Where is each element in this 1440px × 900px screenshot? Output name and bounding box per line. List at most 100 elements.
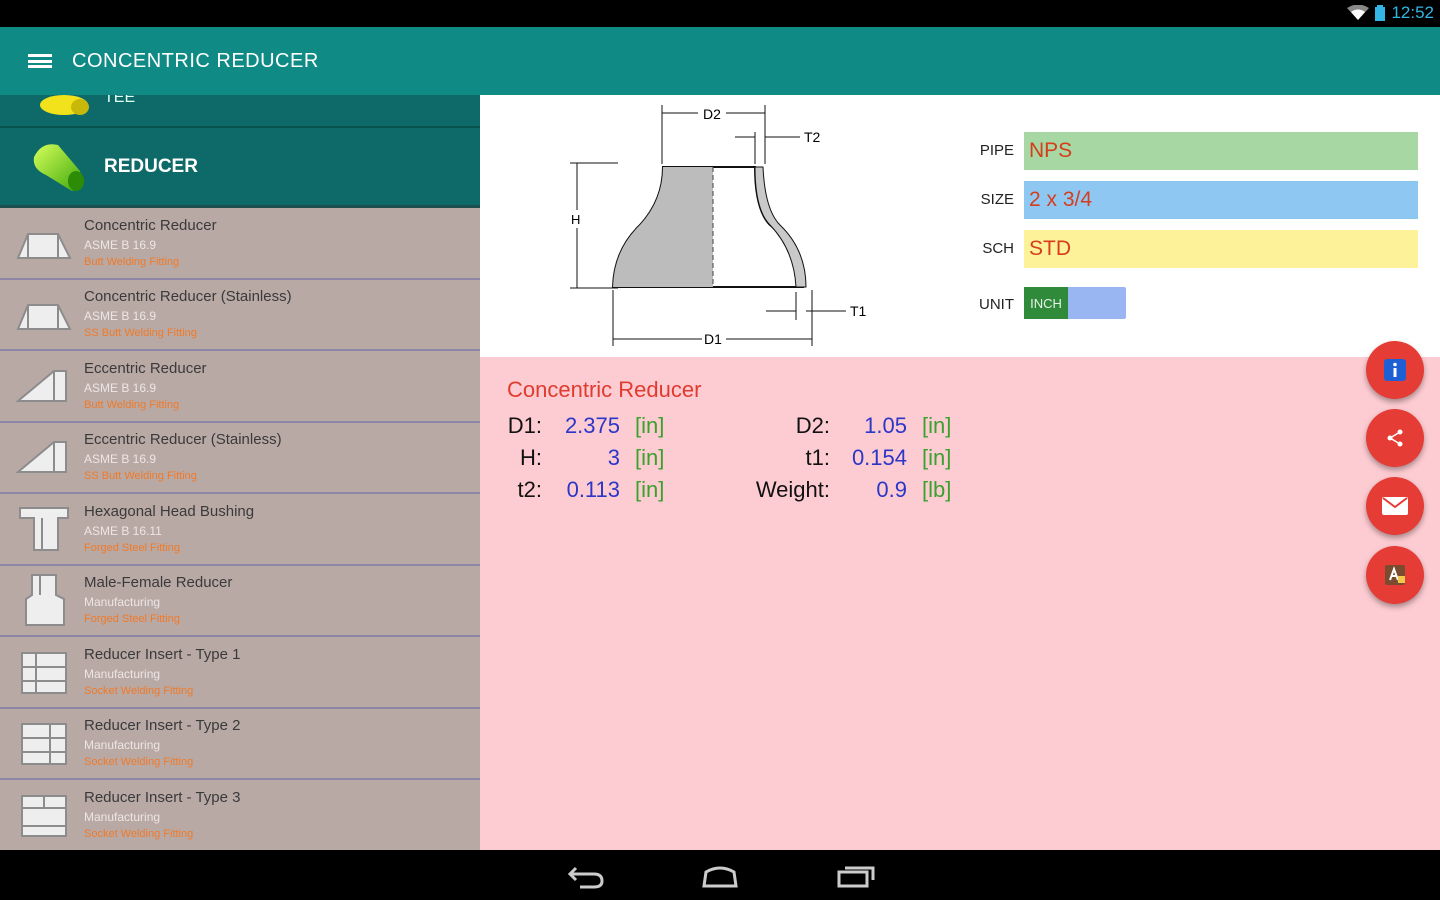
item-type: Butt Welding Fitting [84,255,180,268]
result-unit: [in] [922,413,952,438]
pipe-label: PIPE [979,142,1014,159]
item-standard: ASME B 16.9 [84,380,157,395]
result-value: 0.113 [566,477,620,502]
item-type: Socket Welding Fitting [84,684,194,697]
item-title: Male-Female Reducer [84,574,233,592]
result-unit: [in] [922,445,952,470]
concentric-reducer-stainless-icon [16,304,72,331]
unit-toggle-value: INCH [1024,287,1068,319]
h-label: H [571,212,580,227]
info-icon [1384,359,1406,381]
item-title: Reducer Insert - Type 2 [84,717,241,735]
item-standard: ASME B 16.9 [84,309,157,324]
item-type: Socket Welding Fitting [84,756,194,769]
hamburger-menu-icon[interactable] [28,51,52,71]
item-title: Eccentric Reducer [84,359,207,377]
item-standard: ASME B 16.9 [84,452,157,467]
sidebar-list-item[interactable]: Reducer Insert - Type 1 Manufacturing Sock… [0,637,480,709]
item-title: Reducer Insert - Type 1 [84,645,241,663]
item-standard: Manufacturing [84,666,161,681]
t1-label: T1 [850,303,867,319]
male-female-reducer-icon [25,574,65,627]
sch-field[interactable]: STD [1024,230,1418,268]
d1-label: D1 [704,331,722,347]
item-type: SS Butt Welding Fitting [84,470,197,483]
info-button[interactable] [1366,341,1424,399]
item-standard: Manufacturing [84,809,161,824]
result-panel: Concentric Reducer D1: 2.375 [in] H: 3 [… [480,357,1440,850]
result-value: 0.9 [876,477,907,502]
sch-label: SCH [982,240,1014,257]
pipe-field[interactable]: NPS [1024,132,1418,170]
result-label: D2: [795,413,830,438]
concentric-reducer-icon [16,232,72,259]
translate-button[interactable] [1366,546,1424,604]
sidebar-item-label: TEE [104,95,136,106]
t2-label: T2 [804,129,821,145]
sidebar-list[interactable]: TEE REDUCER Concentric Reducer ASME B 16.… [0,95,480,850]
result-label: D1: [507,413,542,438]
recents-icon[interactable] [836,862,876,890]
size-label: SIZE [980,191,1014,208]
result-value: 3 [607,445,620,470]
hex-bushing-icon [19,506,69,551]
back-icon[interactable] [566,862,606,890]
unit-label: UNIT [979,296,1014,313]
item-title: Concentric Reducer (Stainless) [84,288,292,306]
input-panel: D2 T2 H T1 D1 PIPE NPS SIZE 2 x 3/4 SCH … [480,95,1440,357]
result-label: t1: [805,445,830,470]
home-icon[interactable] [700,862,740,890]
item-standard: ASME B 16.9 [84,237,157,252]
unit-toggle[interactable]: INCH [1024,287,1126,319]
item-standard: Manufacturing [84,738,161,753]
reducer-3d-icon [33,143,84,191]
battery-icon [1375,5,1386,21]
result-label: Weight: [755,477,830,502]
result-value: 2.375 [564,413,620,438]
result-label: H: [520,445,542,470]
item-type: Forged Steel Fitting [84,541,180,554]
sidebar-list-item[interactable]: Concentric Reducer ASME B 16.9 Butt Weldin… [0,208,480,280]
sidebar-list-item[interactable]: Eccentric Reducer (Stainless) ASME B 16.9… [0,423,480,494]
item-type: Butt Welding Fitting [84,398,180,411]
result-unit: [in] [635,477,665,502]
eccentric-reducer-stainless-icon [15,441,67,474]
sidebar-list-item[interactable]: Reducer Insert - Type 3 Manufacturing Sock… [0,780,480,850]
sidebar-list-item[interactable]: Concentric Reducer (Stainless) ASME B 16.… [0,280,480,351]
share-button[interactable] [1366,409,1424,467]
result-unit: [lb] [922,477,952,502]
item-title: Eccentric Reducer (Stainless) [84,431,282,449]
result-value: 0.154 [851,445,907,470]
eccentric-reducer-icon [15,369,67,402]
item-title: Reducer Insert - Type 3 [84,788,241,806]
sidebar-list-item[interactable]: Eccentric Reducer ASME B 16.9 Butt Welding… [0,351,480,423]
reducer-insert-type2-icon [21,723,67,766]
sidebar-list-item[interactable]: Hexagonal Head Bushing ASME B 16.11 Forged… [0,494,480,566]
item-standard: ASME B 16.11 [84,523,162,538]
result-unit: [in] [635,445,665,470]
app-bar: CONCENTRIC REDUCER [0,27,1440,95]
wifi-icon [1347,5,1370,20]
sidebar-item-tee[interactable]: TEE [0,95,480,128]
share-icon [1387,429,1403,447]
item-standard: Manufacturing [84,595,161,610]
reducer-dimension-diagram: D2 T2 H T1 D1 [570,105,867,347]
size-field[interactable]: 2 x 3/4 [1024,181,1418,219]
item-type: Forged Steel Fitting [84,613,180,626]
item-type: Socket Welding Fitting [84,827,194,840]
sidebar-category-reducer[interactable]: REDUCER [0,128,480,208]
tee-fitting-icon [40,95,89,115]
sidebar-list-item[interactable]: Male-Female Reducer Manufacturing Forged S… [0,566,480,637]
result-label: t2: [517,477,542,502]
d2-label: D2 [703,106,721,122]
email-icon [1382,497,1408,515]
item-title: Hexagonal Head Bushing [84,502,255,520]
reducer-insert-type1-icon [21,651,67,694]
page-title: CONCENTRIC REDUCER [72,49,319,72]
result-title: Concentric Reducer [507,377,702,402]
reducer-insert-type3-icon [21,794,67,837]
system-nav-bar [0,850,1440,900]
sidebar-list-item[interactable]: Reducer Insert - Type 2 Manufacturing Sock… [0,709,480,780]
email-button[interactable] [1366,477,1424,535]
category-label: REDUCER [104,155,198,177]
